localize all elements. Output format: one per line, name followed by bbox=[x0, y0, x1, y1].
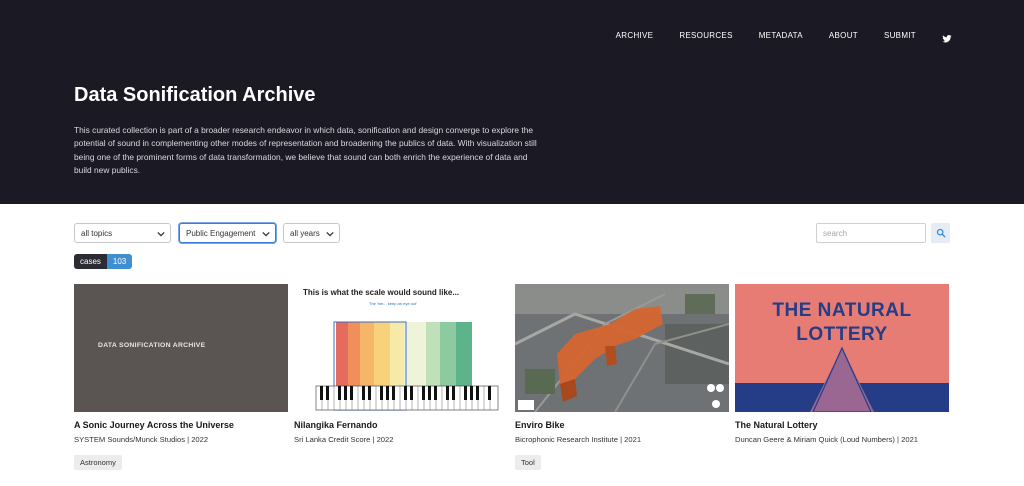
chevron-down-icon bbox=[326, 231, 334, 237]
chevron-down-icon bbox=[157, 231, 165, 237]
years-select-value: all years bbox=[290, 229, 320, 238]
page-title: Data Sonification Archive bbox=[74, 84, 316, 106]
topics-select[interactable]: all topics bbox=[74, 223, 171, 243]
topic-tag[interactable]: Astronomy bbox=[74, 455, 122, 470]
intro-text: This curated collection is part of a bro… bbox=[74, 125, 537, 176]
case-card[interactable]: This is what the scale would sound like.… bbox=[294, 284, 508, 444]
card-meta: Sri Lanka Credit Score | 2022 bbox=[294, 435, 394, 444]
topic-tag[interactable]: Tool bbox=[515, 455, 541, 470]
case-card[interactable]: DATA SONIFICATION ARCHIVE A Sonic Journe… bbox=[74, 284, 288, 470]
main-nav: ARCHIVE RESOURCES METADATA ABOUT SUBMIT bbox=[590, 30, 952, 43]
case-card[interactable]: THE NATURAL LOTTERY The Natural Lottery … bbox=[735, 284, 949, 444]
thumbnail-title-line2: LOTTERY bbox=[796, 324, 888, 345]
card-thumbnail[interactable]: This is what the scale would sound like.… bbox=[294, 284, 508, 412]
card-title[interactable]: Enviro Bike bbox=[515, 420, 729, 430]
nav-resources[interactable]: RESOURCES bbox=[679, 30, 732, 42]
chevron-down-icon bbox=[262, 231, 270, 237]
cases-label: cases bbox=[74, 254, 107, 269]
search-button[interactable] bbox=[931, 223, 950, 243]
card-title[interactable]: A Sonic Journey Across the Universe bbox=[74, 420, 288, 430]
search-input[interactable] bbox=[816, 223, 926, 243]
twitter-icon[interactable] bbox=[942, 31, 952, 43]
topics-select-value: all topics bbox=[81, 229, 113, 238]
nav-submit[interactable]: SUBMIT bbox=[884, 30, 916, 42]
card-meta: SYSTEM Sounds/Munck Studios | 2022 bbox=[74, 435, 209, 444]
site-header: ARCHIVE RESOURCES METADATA ABOUT SUBMIT … bbox=[0, 0, 1024, 204]
card-title[interactable]: The Natural Lottery bbox=[735, 420, 949, 430]
nav-about[interactable]: ABOUT bbox=[829, 30, 858, 42]
piano-scale-graphic bbox=[315, 321, 499, 411]
years-select[interactable]: all years bbox=[283, 223, 340, 243]
category-select[interactable]: Public Engagement bbox=[179, 223, 276, 243]
cases-count: 103 bbox=[106, 254, 133, 269]
card-title[interactable]: Nilangika Fernando bbox=[294, 420, 508, 430]
nav-archive[interactable]: ARCHIVE bbox=[616, 30, 654, 42]
nav-metadata[interactable]: METADATA bbox=[759, 30, 803, 42]
card-meta: Bicrophonic Research Institute | 2021 bbox=[515, 435, 642, 444]
thumbnail-title-line1: THE NATURAL bbox=[772, 300, 912, 321]
case-card[interactable]: Enviro Bike Bicrophonic Research Institu… bbox=[515, 284, 729, 470]
card-meta: Duncan Geere & Miriam Quick (Loud Number… bbox=[735, 435, 919, 444]
city-map-graphic bbox=[515, 284, 729, 412]
card-thumbnail[interactable]: THE NATURAL LOTTERY bbox=[735, 284, 949, 412]
thumbnail-text: DATA SONIFICATION ARCHIVE bbox=[98, 342, 206, 349]
card-thumbnail[interactable]: DATA SONIFICATION ARCHIVE bbox=[74, 284, 288, 412]
card-thumbnail[interactable] bbox=[515, 284, 729, 412]
search-icon bbox=[936, 228, 945, 238]
cases-count-badge: cases 103 bbox=[74, 254, 133, 269]
category-select-value: Public Engagement bbox=[186, 229, 256, 238]
